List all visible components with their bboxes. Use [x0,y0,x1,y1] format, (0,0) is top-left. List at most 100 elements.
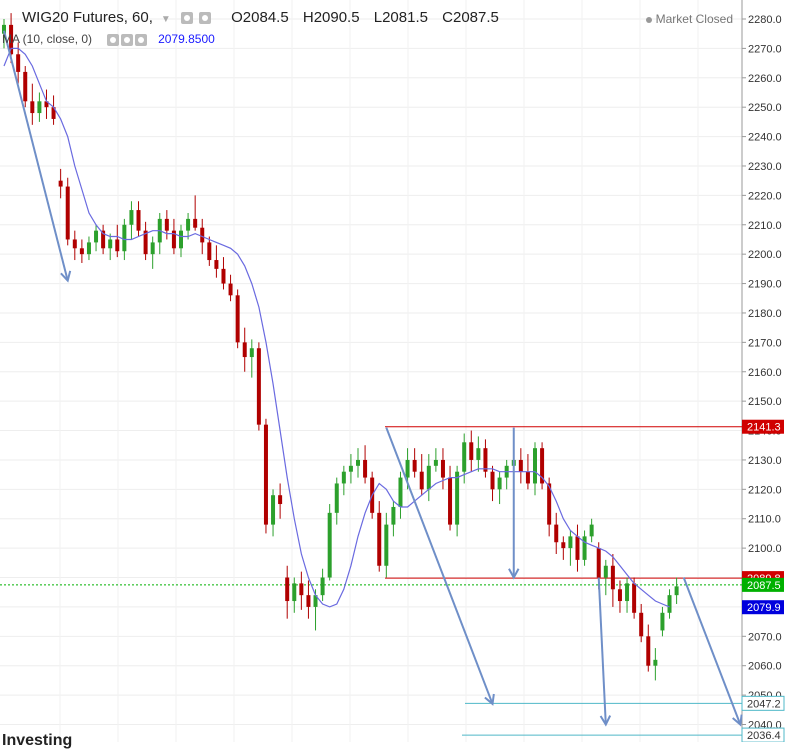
price-tick-label: 2160.0 [748,367,782,379]
candle-body [115,239,120,252]
ma-value-badge: 2079.9 [747,602,781,614]
candle-body [646,636,651,666]
candle-body [37,101,42,114]
candle-body [122,224,127,252]
candle-body [497,477,502,490]
close-icon[interactable] [134,33,147,46]
price-tick-label: 2250.0 [748,102,782,114]
candle-body [136,210,141,231]
chevron-down-icon[interactable]: ▼ [161,14,171,25]
candle-body [398,477,403,507]
price-tick-label: 2210.0 [748,220,782,232]
candle-body [419,471,424,490]
status-dot-icon [645,16,652,23]
candle-body [292,583,297,602]
candle-body [568,536,573,549]
candle-body [448,477,453,525]
candle-body [363,459,368,478]
candle-body [278,495,283,505]
ma-value: 2079.8500 [158,32,215,46]
projection-arrow [682,577,742,725]
candle-body [228,283,233,296]
candle-body [384,524,389,566]
candle-body [306,595,311,607]
candle-body [426,465,431,490]
ohlc-values: O2084.5 H2090.5 L2081.5 C2087.5 [231,9,509,26]
price-tick-label: 2180.0 [748,308,782,320]
candle-body [525,471,530,484]
low-value: L2081.5 [373,9,428,26]
market-status: Market Closed [645,12,733,26]
candle-body [193,218,198,228]
price-tick-label: 2280.0 [748,14,782,26]
gear-icon[interactable] [120,33,133,46]
price-tick-label: 2120.0 [748,484,782,496]
level-badge-label: 2047.2 [747,698,781,710]
candle-body [596,548,601,578]
candle-body [554,524,559,543]
candle-body [179,230,183,249]
candle-body [667,595,672,613]
candle-body [16,54,21,72]
chart-container: 2280.0 2270.0 2260.0 2250.0 2240.0 2230.0 2220… [0,0,787,749]
price-tick-label: 2220.0 [748,190,782,202]
candle-body [433,459,438,466]
candle-body [207,242,212,261]
gear-icon[interactable] [198,12,211,25]
price-tick-label: 2150.0 [748,396,782,408]
candle-body [221,268,226,284]
candle-body [653,659,658,666]
close-value: C2087.5 [442,9,499,26]
candle-body [356,459,360,466]
candle-body [86,242,91,255]
candle-body [405,459,410,478]
candle-body [589,524,594,537]
candle-body [108,239,113,249]
candle-body [561,542,566,549]
candle-body [476,448,481,460]
candle-body [625,583,630,602]
candle-body [150,242,155,255]
candle-body [674,586,679,596]
candle-body [94,230,99,243]
eye-icon[interactable] [106,33,119,46]
candle-body [639,612,644,637]
candle-body [334,483,339,513]
candle-body [582,536,587,560]
candle-body [533,448,537,484]
price-tick-label: 2170.0 [748,337,782,349]
candle-body [575,536,580,560]
candle-body [79,248,84,255]
symbol-title[interactable]: WIG20 Futures, 60, [22,9,153,26]
candle-body [377,512,382,566]
last-price-badge: 2087.5 [747,580,781,592]
candle-body [462,442,467,472]
settings-icon[interactable] [180,12,193,25]
candle-body [660,612,665,631]
price-tick-label: 2200.0 [748,249,782,261]
projection-arrow [3,30,69,281]
candle-body [490,471,495,490]
investing-logo: Investing [2,732,73,749]
candle-body [469,442,474,460]
chart-header: WIG20 Futures, 60, ▼ O2084.5 H2090.5 L208… [22,9,515,26]
level-badge-label: 2036.4 [747,730,781,742]
candle-body [200,227,205,243]
candlestick-chart[interactable]: 2280.0 2270.0 2260.0 2250.0 2240.0 2230.0 2220… [0,0,787,742]
candle-body [455,471,460,525]
candle-body [72,239,77,249]
candle-body [603,565,608,578]
price-tick-label: 2230.0 [748,161,782,173]
candle-body [320,577,325,596]
candle-body [632,583,637,613]
candle-body [348,465,353,472]
ma-legend: MA (10, close, 0) 2079.8500 [2,32,215,46]
ma-label[interactable]: MA (10, close, 0) [2,32,92,46]
candle-body [617,589,622,602]
candle-body [214,260,219,269]
candle-body [299,583,304,596]
price-tick-label: 2110.0 [748,514,781,526]
candle-body [164,218,169,231]
price-tick-label: 2060.0 [748,661,782,673]
level-badge-label: 2141.3 [747,422,781,434]
